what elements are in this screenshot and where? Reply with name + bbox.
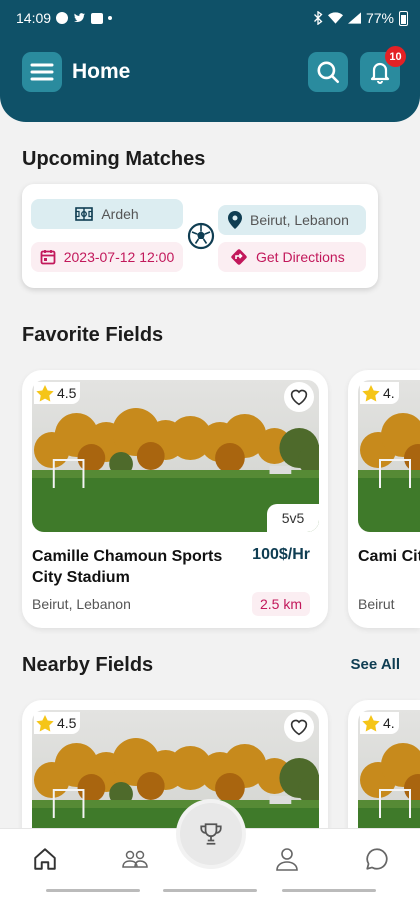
star-icon: [362, 384, 380, 401]
directions-label: Get Directions: [256, 249, 345, 265]
more-notifications-icon: [108, 16, 113, 20]
nearby-fields-title: Nearby Fields: [22, 654, 154, 676]
soccer-ball-icon: [187, 222, 215, 250]
favorite-toggle[interactable]: [284, 712, 314, 742]
heart-icon: [290, 389, 308, 406]
bluetooth-icon: [314, 11, 323, 25]
search-icon: [317, 61, 340, 84]
upcoming-match-card[interactable]: Ardeh 2023-07-12 12:00 Beirut, Lebanon G…: [22, 184, 378, 288]
match-location: Beirut, Lebanon: [250, 212, 349, 228]
favorite-toggle[interactable]: [284, 382, 314, 412]
match-location-pill: Beirut, Lebanon: [218, 205, 366, 235]
see-all-link[interactable]: See All: [351, 656, 400, 673]
gesture-bar-recent[interactable]: [46, 889, 140, 892]
field-size-tag: 5v5: [267, 504, 319, 532]
field-location: Beirut: [358, 596, 395, 612]
calendar-icon: [40, 250, 56, 265]
rating-value: 4.: [383, 385, 395, 401]
star-icon: [362, 714, 380, 731]
favorite-fields-title: Favorite Fields: [22, 324, 164, 346]
page-title: Home: [72, 60, 131, 83]
field-name: Cami City S: [358, 548, 420, 565]
status-bar: 14:09 77%: [16, 9, 408, 27]
favorite-field-card[interactable]: 5v5 4.5 Camille Chamoun Sports City Stad…: [22, 370, 328, 628]
app-notification-icon: [91, 12, 104, 24]
notification-icon: [56, 12, 69, 24]
field-name: Camille Chamoun Sports City Stadium: [32, 548, 223, 586]
battery-percentage: 77%: [365, 10, 394, 26]
user-icon: [276, 848, 298, 871]
app-header: 14:09 77% Home 10: [0, 0, 420, 122]
menu-button[interactable]: [22, 52, 62, 92]
field-rating: 4.5: [34, 382, 81, 404]
match-team: Ardeh: [101, 206, 139, 222]
field-rating: 4.: [360, 712, 399, 734]
rating-value: 4.5: [57, 385, 77, 401]
notifications-button[interactable]: 10: [360, 46, 406, 92]
twitter-icon: [74, 13, 86, 23]
gesture-bar-back[interactable]: [282, 889, 376, 892]
field-price: 100$/Hr: [252, 546, 310, 563]
heart-icon: [290, 719, 308, 736]
chat-icon: [366, 848, 388, 870]
rating-value: 4.5: [57, 715, 77, 731]
directions-icon: [231, 249, 247, 265]
location-pin-icon: [228, 211, 242, 229]
nav-profile[interactable]: [272, 845, 302, 873]
nav-teams[interactable]: [120, 845, 150, 873]
nav-home[interactable]: [30, 845, 60, 873]
battery-icon: [399, 10, 408, 26]
star-icon: [36, 714, 54, 731]
nav-tournaments[interactable]: [180, 803, 242, 865]
trophy-icon: [200, 823, 222, 845]
notification-badge: 10: [385, 46, 406, 67]
field-distance: 2.5 km: [251, 592, 310, 616]
menu-icon: [30, 63, 54, 81]
wifi-icon: [327, 12, 343, 24]
favorite-field-card[interactable]: 4. Cami City S Beirut: [348, 370, 420, 628]
search-button[interactable]: [308, 52, 348, 92]
get-directions-button[interactable]: Get Directions: [218, 242, 366, 272]
signal-icon: [347, 12, 361, 24]
star-icon: [36, 384, 54, 401]
match-datetime: 2023-07-12 12:00: [63, 249, 175, 265]
field-location: Beirut, Lebanon: [32, 596, 131, 612]
status-time: 14:09: [16, 10, 52, 26]
nav-chat[interactable]: [362, 845, 392, 873]
match-date-pill: 2023-07-12 12:00: [31, 242, 183, 272]
home-icon: [34, 848, 56, 870]
field-icon: [75, 207, 94, 221]
rating-value: 4.: [383, 715, 395, 731]
gesture-bar-home[interactable]: [163, 889, 257, 892]
field-rating: 4.: [360, 382, 399, 404]
field-rating: 4.5: [34, 712, 81, 734]
match-team-pill: Ardeh: [31, 199, 183, 229]
upcoming-matches-title: Upcoming Matches: [22, 148, 206, 170]
users-icon: [122, 850, 148, 868]
